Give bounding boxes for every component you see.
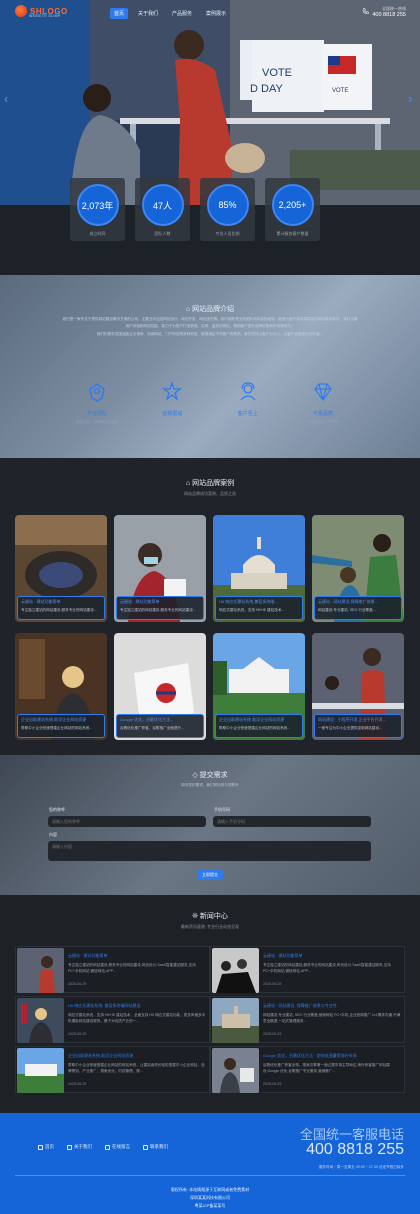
news-item[interactable]: 企业自助建站系统,助添企业网站资源 帮助中小企业快速搭建企业网站的网站系统，让建站…: [15, 1046, 210, 1093]
news-thumbnail: [212, 948, 259, 993]
news-thumbnail: [17, 948, 64, 993]
stat-value: 2,073年: [76, 184, 119, 226]
team-icon: [89, 383, 105, 402]
contact-title-icon: ◇: [192, 772, 200, 779]
phone-icon: [363, 8, 369, 15]
svg-text:VOTE: VOTE: [262, 67, 292, 79]
case-card[interactable]: H5 响应式建站系统,兼容多终端,... 响应式建站系统，支持 H5+IE 建站技…: [213, 515, 305, 622]
nav-item-about[interactable]: 关于我们: [134, 8, 162, 19]
footer-links: 首页 关于我们 在线留言 联系我们: [38, 1144, 168, 1150]
svg-text:D DAY: D DAY: [250, 83, 283, 95]
case-card[interactable]: 云捷站 · 网站建设,保障推广效果... 网站建设,专业建站, SEO 行业覆盖.…: [312, 515, 404, 622]
news-grid: 云捷站 · 建站功能简单 专注独立建站的网站建设,服务专业的网站建设,网页设计,S…: [15, 946, 405, 1093]
header-phone: 全国统一热线 400 8818 255: [363, 6, 406, 18]
info-icon: [67, 1144, 72, 1150]
news-thumbnail: [17, 1048, 64, 1093]
submit-button[interactable]: 立即提交: [197, 870, 223, 880]
phone-field-label: 手机号码: [214, 807, 230, 812]
contact-icon: [143, 1144, 148, 1150]
name-input[interactable]: [48, 816, 206, 827]
news-title: ❊ 新闻中心: [192, 913, 228, 920]
news-item[interactable]: 云捷站 · 网站建设, 保障推广效果与专业性 网站建设,专业建站, SEO 行业覆…: [210, 996, 405, 1043]
footer-link-contact[interactable]: 联系我们: [143, 1144, 168, 1150]
intro-text: 我们是一家专注于提供网站建设解决方案的公司，主要业务包括网站设计、网站开发、网站…: [62, 317, 358, 336]
stat-value: 2,205+: [271, 184, 314, 226]
hotline-service-time: 服务时间：周一至周五 09:00 ~ 17:30 法定节假日除外: [318, 1165, 404, 1169]
news-item[interactable]: 云捷站 · 建站功能简单 专注独立建站的网站建设,服务专业的网站建设,网页设计,S…: [15, 946, 210, 993]
phone-number: 400 8818 255: [372, 12, 406, 18]
cases-title: ⌂ 网站品牌案例: [185, 480, 235, 487]
case-card[interactable]: 云捷站 · 建站功能简单 专注独立建站的网站建设,服务专业的网站建设...: [114, 515, 206, 622]
logo-mark-icon: [15, 5, 27, 17]
news-item[interactable]: H5 响应式建站系统, 兼容多终端网站建设 响应式建站系统，支持 H5+IE 建站…: [15, 996, 210, 1043]
footer-link-message[interactable]: 在线留言: [105, 1144, 130, 1150]
content-label: 内容: [49, 832, 57, 837]
main-nav: 首页 关于我们 产品服务 案例展示: [110, 8, 230, 19]
stat-label: 团队人数: [154, 231, 171, 236]
footer-link-home[interactable]: 首页: [38, 1144, 54, 1150]
feature-item: 专业团队 经验丰富、技术精湛的团队: [62, 380, 132, 425]
nav-item-products[interactable]: 产品服务: [168, 8, 196, 19]
news-thumbnail: [212, 998, 259, 1043]
stat-label: 累计服务客户数量: [276, 231, 309, 236]
home-icon: [38, 1144, 43, 1150]
stat-value: 85%: [206, 184, 249, 226]
contact-subtitle: 填写您的需求，我们将尽快与您联系: [181, 783, 239, 787]
cases-grid: 云捷站 · 建站功能简单 专注独立建站的网站建设,服务专业的网站建设... 云捷站…: [15, 515, 405, 740]
stat-card: 85% 专业人员比例: [200, 178, 255, 241]
news-subtitle: 最新资讯速递, 专业行业动态呈现: [180, 924, 240, 929]
footer-copyright: 版权所有: 本站情报源于互联网或者免费素材: [170, 1187, 250, 1192]
logo-subtitle: WEBSITE GLIMP: [29, 14, 61, 18]
news-title-icon: ❊: [192, 913, 200, 920]
features-row: 专业团队 经验丰富、技术精湛的团队 创新驱动 持续创新技术与服务模式 客户至上 …: [62, 380, 358, 425]
case-card[interactable]: 网站建设 · 小程序开发,企业平台开发... 一家专注为中小企业提供定制网站建设.…: [312, 633, 404, 740]
nav-item-home[interactable]: 首页: [110, 8, 129, 19]
message-icon: [105, 1144, 110, 1150]
hero-photo: VOTE D DAY VOTE: [0, 0, 420, 205]
news-thumbnail: [212, 1048, 259, 1093]
slider-prev-arrow-icon[interactable]: ‹: [4, 92, 12, 105]
brand-intro-section: [0, 275, 420, 458]
svg-text:VOTE: VOTE: [332, 88, 348, 94]
name-label: 您的称呼: [49, 807, 65, 812]
phone-input[interactable]: [213, 816, 371, 827]
intro-title: ⌂ 网站品牌介绍: [185, 306, 235, 313]
hotline-number: 400 8818 255: [306, 1141, 404, 1158]
diamond-icon: [314, 383, 332, 402]
news-thumbnail: [17, 998, 64, 1043]
footer-icp: 粤某ICP备某某号: [194, 1203, 226, 1208]
feature-item: 可靠品质 严格把控每一个环节: [288, 380, 358, 425]
news-item[interactable]: 云捷站 · 建站功能简单 专注独立建站的网站建设,服务专业的网站建设,网页设计,S…: [210, 946, 405, 993]
nav-item-cases[interactable]: 案例展示: [202, 8, 230, 19]
case-card[interactable]: 云捷站 · 建站功能简单 专注独立建站的网站建设,服务专业的网站建设...: [15, 515, 107, 622]
top-navigation-bar: SHLOGO WEBSITE GLIMP 首页 关于我们 产品服务 案例展示 全…: [0, 0, 420, 26]
stat-value: 47人: [141, 184, 184, 226]
case-card[interactable]: Google 优化，谷歌优化方法... 谷歌优化推广获客，谷歌推广全面提升...: [114, 633, 206, 740]
innovation-icon: [162, 380, 183, 401]
stat-label: 专业人员比例: [215, 231, 240, 236]
stat-label: 成立时间: [89, 231, 106, 236]
customer-service-icon: [240, 382, 256, 401]
case-card[interactable]: 企业自助建站系统,助添企业网站资源 帮助中小企业快速搭建企业网站的网站系统...: [213, 633, 305, 740]
feature-item: 创新驱动 持续创新技术与服务模式: [137, 380, 207, 425]
news-item[interactable]: Google 优化，谷歌优化方法 · 助你快速赢得海外市场 谷歌优化推广获客全球，…: [210, 1046, 405, 1093]
stat-card: 2,073年 成立时间: [70, 178, 125, 241]
stat-card: 47人 团队人数: [135, 178, 190, 241]
slider-next-arrow-icon[interactable]: ›: [408, 92, 416, 105]
footer-company: 深圳某某科技有限公司: [190, 1195, 230, 1200]
contact-title: ◇ 提交需求: [192, 772, 228, 779]
feature-item: 客户至上 以客户需求为核心的服务: [213, 380, 283, 425]
footer-divider: [15, 1175, 405, 1176]
cases-subtitle: 网站品牌成功案例，品质之选: [184, 491, 236, 496]
stats-row: 2,073年 成立时间 47人 团队人数 85% 专业人员比例 2,205+ 累…: [70, 178, 320, 241]
case-card[interactable]: 企业自助建站系统,助添企业网站资源 帮助中小企业快速搭建企业网站的网站系统...: [15, 633, 107, 740]
stat-card: 2,205+ 累计服务客户数量: [265, 178, 320, 241]
footer-link-about[interactable]: 关于我们: [67, 1144, 92, 1150]
content-textarea[interactable]: [48, 841, 371, 861]
